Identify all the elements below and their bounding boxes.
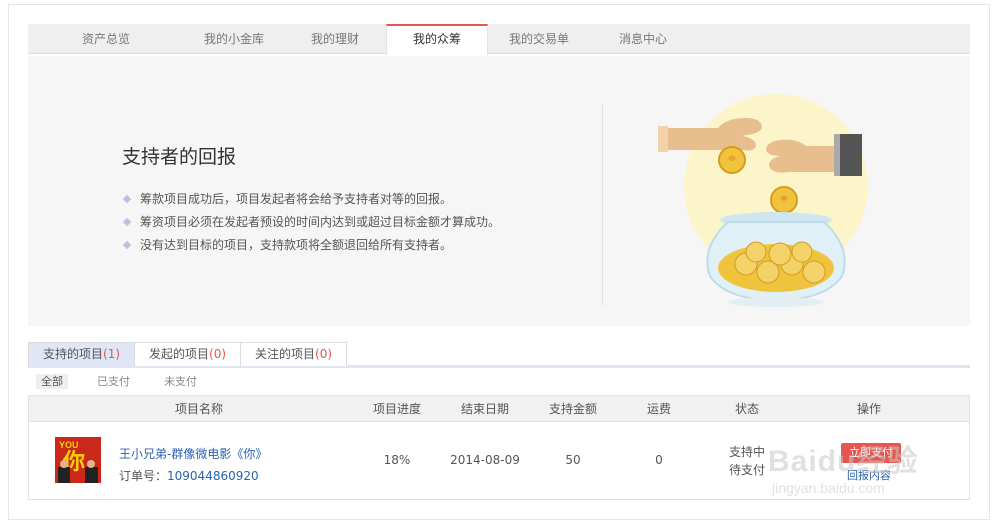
tab-my-crowdfunding[interactable]: 我的众筹 (386, 24, 488, 55)
hands-coins-jar-illustration (658, 94, 868, 307)
filter-unpaid[interactable]: 未支付 (159, 374, 202, 389)
top-tab-bar: 资产总览 我的小金库 我的理财 我的众筹 我的交易单 消息中心 (28, 24, 970, 55)
amount-value: 50 (565, 453, 581, 467)
tab-supported-projects[interactable]: 支持的项目(1) (28, 342, 136, 366)
hero-bullet: 筹资项目必须在发起者预设的时间内达到或超过目标金额才算成功。 (122, 211, 500, 234)
baidu-watermark: Baidu经验 jingyan.baidu.com (768, 436, 948, 508)
diamond-bullet-icon (122, 217, 132, 227)
project-name-link[interactable]: 王小兄弟-群像微电影《你》 (119, 445, 267, 462)
payment-filter: 全部 已支付 未支付 (36, 374, 226, 389)
tab-launched-projects[interactable]: 发起的项目(0) (135, 342, 242, 366)
watermark-url: jingyan.baidu.com (772, 480, 885, 496)
shipping-value: 0 (655, 453, 663, 467)
status-cell: 支持中 待支付 (719, 443, 775, 479)
project-tab-bar: 支持的项目(1) 发起的项目(0) 关注的项目(0) (28, 342, 970, 368)
status-pending-payment: 待支付 (728, 463, 765, 477)
diamond-bullet-icon (122, 194, 132, 204)
col-status: 状态 (734, 402, 759, 416)
hero-divider (602, 104, 603, 306)
watermark-logo-text: Baidu经验 (768, 445, 919, 478)
diamond-bullet-icon (122, 240, 132, 250)
project-thumbnail[interactable]: YOU 你 (55, 437, 101, 483)
col-progress: 项目进度 (372, 402, 421, 416)
tab-my-vault[interactable]: 我的小金库 (184, 24, 284, 54)
tab-my-finance[interactable]: 我的理财 (284, 24, 386, 54)
end-date-value: 2014-08-09 (450, 453, 520, 467)
hero-banner: 支持者的回报 筹款项目成功后，项目发起者将会给予支持者对等的回报。 筹资项目必须… (28, 56, 970, 326)
tab-my-transactions[interactable]: 我的交易单 (488, 24, 590, 54)
hero-bullet-list: 筹款项目成功后，项目发起者将会给予支持者对等的回报。 筹资项目必须在发起者预设的… (122, 188, 500, 257)
tab-message-center[interactable]: 消息中心 (590, 24, 696, 54)
col-end-date: 结束日期 (460, 402, 509, 416)
poster-image: YOU 你 (55, 437, 101, 483)
col-project-name: 项目名称 (174, 402, 223, 416)
col-actions: 操作 (856, 402, 881, 416)
table-header: 项目名称 项目进度 结束日期 支持金额 运费 状态 操作 (29, 396, 969, 422)
svg-text:YOU: YOU (59, 440, 79, 450)
filter-paid[interactable]: 已支付 (92, 374, 135, 389)
status-supporting: 支持中 (728, 445, 765, 459)
col-shipping: 运费 (646, 402, 671, 416)
hero-bullet: 没有达到目标的项目，支持款项将全额退回给所有支持者。 (122, 234, 500, 257)
col-amount: 支持金额 (548, 402, 597, 416)
filter-all[interactable]: 全部 (36, 374, 68, 389)
progress-value: 18% (383, 453, 411, 467)
hero-title: 支持者的回报 (122, 146, 237, 168)
hero-bullet: 筹款项目成功后，项目发起者将会给予支持者对等的回报。 (122, 188, 500, 211)
order-number: 订单号：109044860920 (119, 469, 259, 483)
tab-followed-projects[interactable]: 关注的项目(0) (241, 342, 348, 366)
tab-asset-overview[interactable]: 资产总览 (28, 24, 184, 54)
